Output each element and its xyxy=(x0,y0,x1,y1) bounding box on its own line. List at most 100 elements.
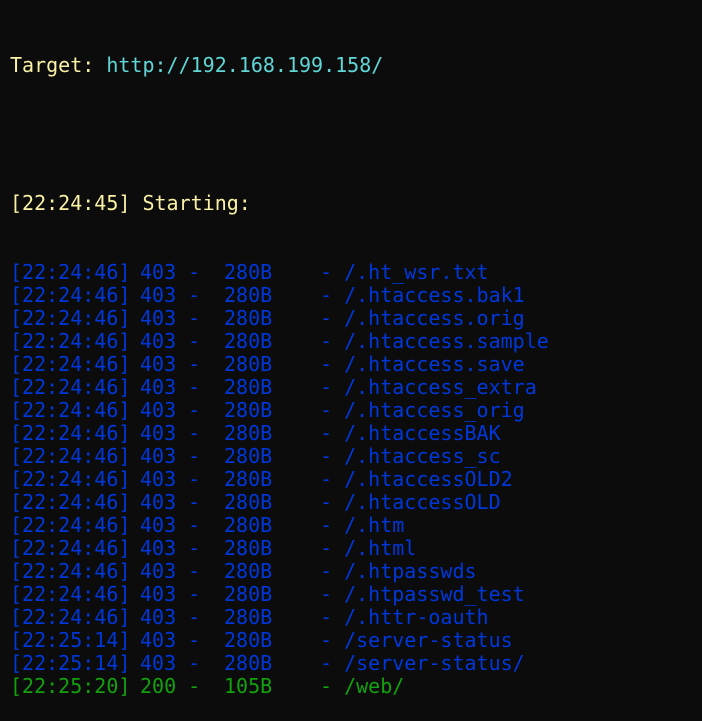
result-row: [22:24:46] 403 - 280B - /.htpasswd_test xyxy=(10,583,702,606)
result-status: 403 - xyxy=(140,513,201,537)
result-status: 403 - xyxy=(140,375,201,399)
target-label: Target: xyxy=(10,53,107,77)
result-size: 280B xyxy=(224,283,273,307)
result-path: - /.htaccess.save xyxy=(320,352,525,376)
result-timestamp: [22:24:46] xyxy=(10,260,131,284)
result-size: 280B xyxy=(224,444,273,468)
result-row: [22:24:46] 403 - 280B - /.htaccess.orig xyxy=(10,307,702,330)
result-size: 280B xyxy=(224,490,273,514)
result-size: 280B xyxy=(224,651,273,675)
result-size: 280B xyxy=(224,398,273,422)
result-size: 280B xyxy=(224,467,273,491)
result-size: 105B xyxy=(224,674,273,698)
result-status: 403 - xyxy=(140,536,201,560)
result-status: 403 - xyxy=(140,605,201,629)
result-path: - /.htaccess_extra xyxy=(320,375,537,399)
result-timestamp: [22:24:46] xyxy=(10,536,131,560)
result-timestamp: [22:24:46] xyxy=(10,306,131,330)
result-path: - /.httr-oauth xyxy=(320,605,489,629)
start-text: Starting: xyxy=(130,191,251,215)
result-path: - /.htaccessOLD xyxy=(320,490,501,514)
result-size: 280B xyxy=(224,605,273,629)
result-path: - /.html xyxy=(320,536,417,560)
result-status: 403 - xyxy=(140,283,201,307)
result-timestamp: [22:25:14] xyxy=(10,628,131,652)
result-timestamp: [22:24:46] xyxy=(10,582,131,606)
result-timestamp: [22:24:46] xyxy=(10,375,131,399)
result-path: - /.htpasswds xyxy=(320,559,477,583)
result-timestamp: [22:24:46] xyxy=(10,490,131,514)
result-path: - /web/ xyxy=(320,674,405,698)
result-row: [22:24:46] 403 - 280B - /.htm xyxy=(10,514,702,537)
scan-results: [22:24:46] 403 -280B - /.ht_wsr.txt [22:24:… xyxy=(10,261,702,698)
result-row: [22:24:46] 403 - 280B - /.htaccess.sample xyxy=(10,330,702,353)
target-line: Target: http://192.168.199.158/ xyxy=(10,54,702,77)
result-row: [22:24:46] 403 - 280B - /.htaccessOLD2 xyxy=(10,468,702,491)
start-timestamp: [22:24:45] xyxy=(10,191,131,215)
result-path: - /.htaccess.sample xyxy=(320,329,549,353)
result-timestamp: [22:24:46] xyxy=(10,559,131,583)
result-size: 280B xyxy=(224,513,273,537)
result-size: 280B xyxy=(224,582,273,606)
result-status: 403 - xyxy=(140,490,201,514)
result-size: 280B xyxy=(224,559,273,583)
result-timestamp: [22:24:46] xyxy=(10,513,131,537)
result-timestamp: [22:24:46] xyxy=(10,444,131,468)
result-status: 403 - xyxy=(140,467,201,491)
result-status: 403 - xyxy=(140,444,201,468)
result-path: - /server-status xyxy=(320,628,513,652)
result-timestamp: [22:24:46] xyxy=(10,352,131,376)
result-status: 403 - xyxy=(140,628,201,652)
terminal-window: Target: http://192.168.199.158/ [22:24:4… xyxy=(0,0,702,698)
result-row: [22:24:46] 403 - 280B - /.htaccess.bak1 xyxy=(10,284,702,307)
result-path: - /.htaccess_orig xyxy=(320,398,525,422)
result-row: [22:25:14] 403 - 280B - /server-status xyxy=(10,629,702,652)
result-row: [22:25:20] 200 - 105B - /web/ xyxy=(10,675,702,698)
result-status: 403 - xyxy=(140,306,201,330)
result-path: - /.htpasswd_test xyxy=(320,582,525,606)
result-status: 403 - xyxy=(140,329,201,353)
result-status: 403 - xyxy=(140,651,201,675)
result-path: - /.htaccessOLD2 xyxy=(320,467,513,491)
result-row: [22:25:14] 403 - 280B - /server-status/ xyxy=(10,652,702,675)
result-row: [22:24:46] 403 - 280B - /.htaccessBAK xyxy=(10,422,702,445)
result-row: [22:24:46] 403 - 280B - /.htaccess_sc xyxy=(10,445,702,468)
result-path: - /.ht_wsr.txt xyxy=(320,260,489,284)
result-path: - /.htm xyxy=(320,513,405,537)
result-timestamp: [22:25:14] xyxy=(10,651,131,675)
result-timestamp: [22:24:46] xyxy=(10,329,131,353)
result-path: - /.htaccessBAK xyxy=(320,421,501,445)
result-path: - /.htaccess.bak1 xyxy=(320,283,525,307)
result-status: 200 - xyxy=(140,674,201,698)
result-size: 280B xyxy=(224,260,273,284)
result-timestamp: [22:24:46] xyxy=(10,467,131,491)
result-size: 280B xyxy=(224,306,273,330)
result-row: [22:24:46] 403 - 280B - /.htpasswds xyxy=(10,560,702,583)
result-status: 403 - xyxy=(140,352,201,376)
result-status: 403 - xyxy=(140,421,201,445)
result-path: - /.htaccess_sc xyxy=(320,444,501,468)
result-status: 403 - xyxy=(140,260,201,284)
result-size: 280B xyxy=(224,421,273,445)
target-url: http://192.168.199.158/ xyxy=(106,53,384,77)
result-path: - /server-status/ xyxy=(320,651,525,675)
result-row: [22:24:46] 403 - 280B - /.htaccess_extra xyxy=(10,376,702,399)
result-timestamp: [22:24:46] xyxy=(10,283,131,307)
result-row: [22:24:46] 403 - 280B - /.htaccessOLD xyxy=(10,491,702,514)
result-size: 280B xyxy=(224,352,273,376)
result-size: 280B xyxy=(224,628,273,652)
result-status: 403 - xyxy=(140,398,201,422)
result-row: [22:24:46] 403 - 280B - /.httr-oauth xyxy=(10,606,702,629)
result-row: [22:24:46] 403 - 280B - /.htaccess.save xyxy=(10,353,702,376)
result-status: 403 - xyxy=(140,559,201,583)
result-status: 403 - xyxy=(140,582,201,606)
start-line: [22:24:45] Starting: xyxy=(10,192,702,215)
result-timestamp: [22:24:46] xyxy=(10,398,131,422)
result-path: - /.htaccess.orig xyxy=(320,306,525,330)
result-row: [22:24:46] 403 - 280B - /.ht_wsr.txt xyxy=(10,261,702,284)
result-row: [22:24:46] 403 - 280B - /.html xyxy=(10,537,702,560)
result-size: 280B xyxy=(224,536,273,560)
result-timestamp: [22:24:46] xyxy=(10,605,131,629)
result-timestamp: [22:24:46] xyxy=(10,421,131,445)
